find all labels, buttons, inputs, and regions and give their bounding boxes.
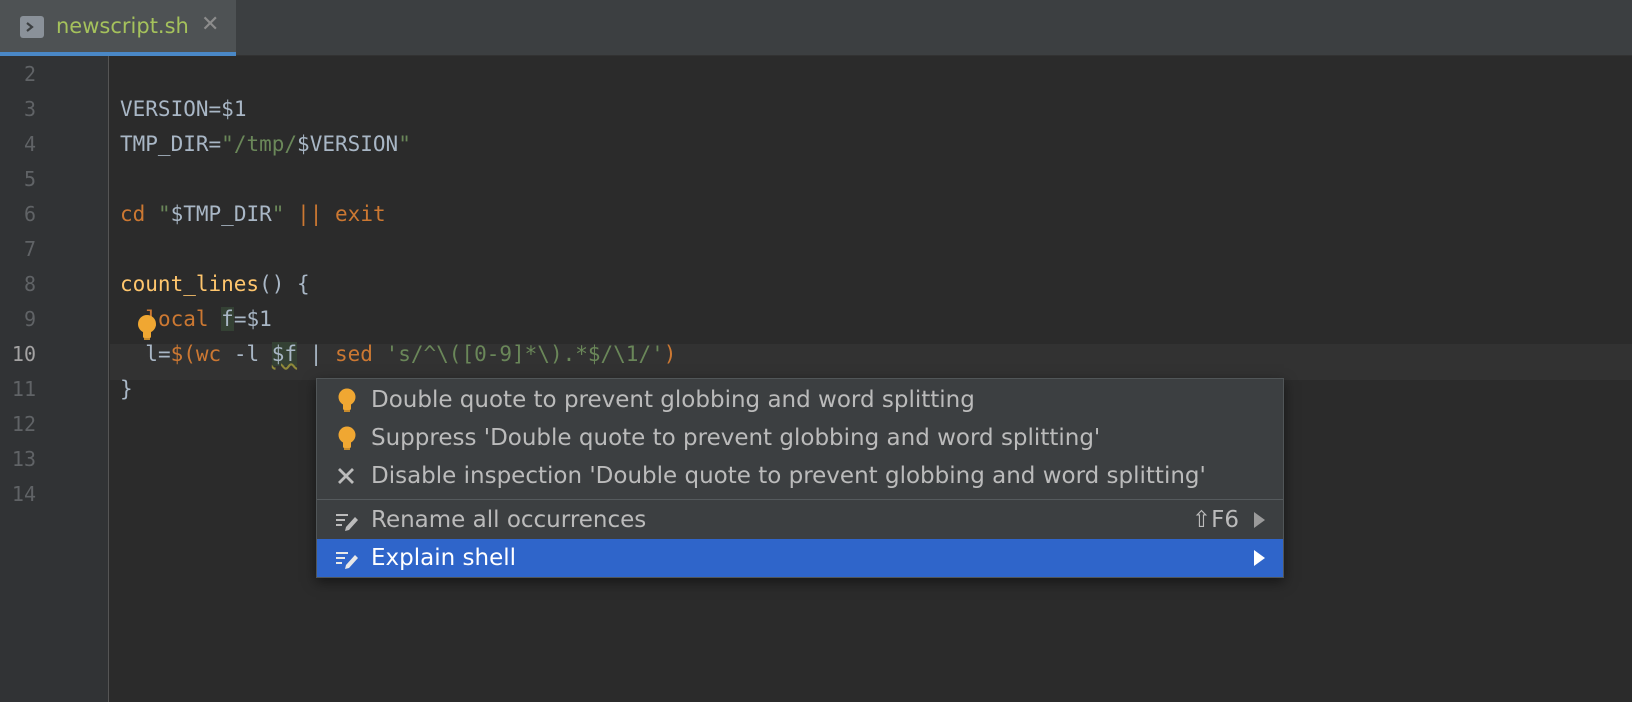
string-literal: /tmp/ bbox=[233, 132, 298, 156]
item-label: Double quote to prevent globbing and wor… bbox=[371, 387, 975, 413]
identifier: VERSION bbox=[120, 97, 209, 121]
line-number: 9 bbox=[23, 307, 36, 331]
edit-icon bbox=[335, 546, 359, 572]
function-name: count_lines bbox=[120, 272, 260, 296]
tab-title: newscript.sh bbox=[56, 14, 189, 38]
assignment: =$1 bbox=[233, 307, 272, 331]
line-number: 4 bbox=[23, 132, 36, 156]
line-number: 11 bbox=[11, 377, 36, 401]
punctuation: () { bbox=[259, 272, 310, 296]
subshell-open: $( bbox=[170, 342, 196, 366]
line-gutter: 2 3 4 5 6 7 8 9 10 11 12 13 14 bbox=[0, 56, 109, 702]
line-number: 13 bbox=[11, 447, 36, 471]
submenu-arrow-icon bbox=[1254, 550, 1265, 566]
command: cd bbox=[120, 202, 146, 226]
string-quote: " bbox=[398, 132, 411, 156]
submenu-arrow-icon bbox=[1254, 512, 1265, 528]
variable: $TMP_DIR bbox=[170, 202, 272, 226]
line-number: 3 bbox=[23, 97, 36, 121]
intention-double-quote[interactable]: Double quote to prevent globbing and wor… bbox=[317, 381, 1283, 419]
item-label: Explain shell bbox=[371, 545, 516, 571]
variable: $VERSION bbox=[297, 132, 399, 156]
edit-icon bbox=[335, 508, 359, 534]
menu-separator bbox=[317, 499, 1283, 500]
intention-rename[interactable]: Rename all occurrences ⇧F6 bbox=[317, 501, 1283, 539]
intention-actions-popup: Double quote to prevent globbing and wor… bbox=[316, 378, 1284, 578]
intention-explain-shell[interactable]: Explain shell bbox=[317, 539, 1283, 577]
pipe: | bbox=[297, 342, 335, 366]
item-label: Disable inspection 'Double quote to prev… bbox=[371, 463, 1206, 489]
line-number: 7 bbox=[23, 237, 36, 261]
command: sed bbox=[335, 342, 373, 366]
operator: || bbox=[297, 202, 323, 226]
line-number: 6 bbox=[23, 202, 36, 226]
line-number: 5 bbox=[23, 167, 36, 191]
editor-tab-bar: newscript.sh ✕ bbox=[0, 0, 1632, 56]
bulb-icon bbox=[335, 426, 359, 452]
line-number: 14 bbox=[11, 482, 36, 506]
line-number: 12 bbox=[11, 412, 36, 436]
assignment: l= bbox=[145, 342, 171, 366]
operator: = bbox=[208, 97, 222, 121]
code-line-4[interactable]: TMP_DIR="/tmp/$VERSION" bbox=[120, 126, 411, 162]
subshell-close: ) bbox=[663, 342, 677, 366]
intention-suppress[interactable]: Suppress 'Double quote to prevent globbi… bbox=[317, 419, 1283, 457]
string-literal: 's/^\([0-9]*\).*$/\1/' bbox=[385, 342, 664, 366]
terminal-icon bbox=[20, 16, 44, 38]
operator: = bbox=[208, 132, 222, 156]
intention-disable-inspection[interactable]: Disable inspection 'Double quote to prev… bbox=[317, 457, 1283, 495]
string-quote: " bbox=[271, 202, 285, 226]
identifier: TMP_DIR bbox=[120, 132, 209, 156]
punctuation: } bbox=[120, 377, 133, 401]
item-label: Suppress 'Double quote to prevent globbi… bbox=[371, 425, 1101, 451]
tab-newscript[interactable]: newscript.sh ✕ bbox=[0, 0, 236, 56]
line-number-current: 10 bbox=[11, 342, 36, 366]
code-line-11[interactable]: } bbox=[120, 371, 133, 407]
item-label: Rename all occurrences bbox=[371, 507, 647, 533]
variable-warning: $f bbox=[271, 342, 298, 366]
line-number: 8 bbox=[23, 272, 36, 296]
line-number: 2 bbox=[23, 62, 36, 86]
shortcut-label: ⇧F6 bbox=[1191, 507, 1239, 533]
code-line-6[interactable]: cd "$TMP_DIR" || exit bbox=[120, 196, 386, 232]
flag: -l bbox=[221, 342, 272, 366]
code-line-3[interactable]: VERSION=$1 bbox=[120, 91, 246, 127]
code-line-8[interactable]: count_lines() { bbox=[120, 266, 310, 302]
command: exit bbox=[335, 202, 386, 226]
bulb-icon bbox=[335, 388, 359, 414]
string-quote: " bbox=[221, 132, 234, 156]
string-quote: " bbox=[157, 202, 171, 226]
close-icon[interactable]: ✕ bbox=[201, 12, 219, 37]
variable: $1 bbox=[221, 97, 247, 121]
command: wc bbox=[195, 342, 222, 366]
code-line-10[interactable]: l=$(wc -l $f | sed 's/^\([0-9]*\).*$/\1/… bbox=[120, 336, 676, 372]
variable: f bbox=[221, 307, 234, 331]
close-icon bbox=[335, 464, 359, 490]
